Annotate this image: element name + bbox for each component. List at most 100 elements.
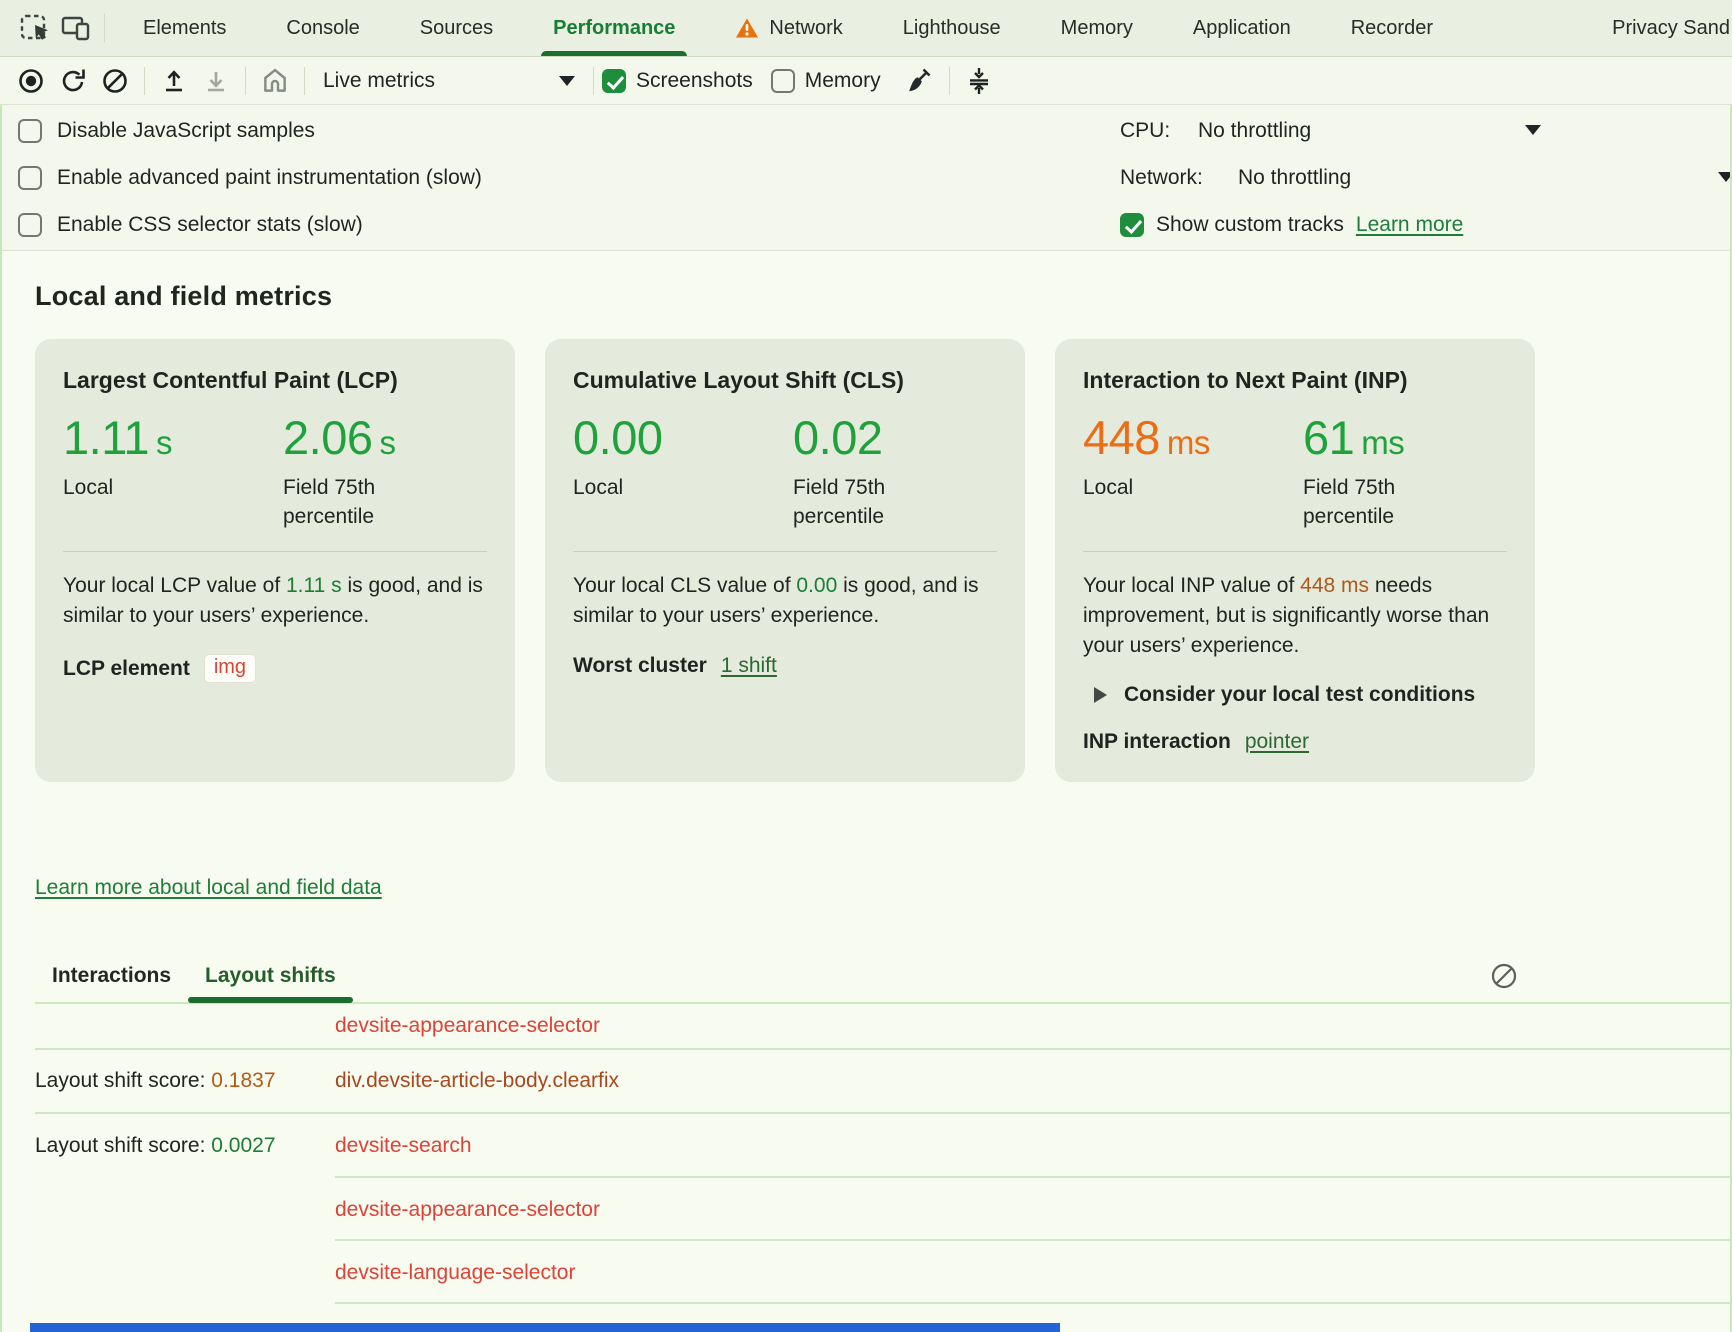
disable-js-samples-checkbox[interactable]: [18, 119, 42, 143]
record-icon[interactable]: [10, 61, 52, 101]
devtools-tabbar: Elements Console Sources Performance Net…: [0, 0, 1732, 57]
download-profile-icon[interactable]: [195, 61, 237, 101]
inp-interaction-label: INP interaction: [1083, 730, 1231, 754]
tab-privacy-sandbox[interactable]: Privacy Sand: [1610, 0, 1732, 56]
divider: [304, 67, 305, 95]
tab-application[interactable]: Application: [1191, 0, 1293, 56]
shift-element-link[interactable]: div.devsite-article-body.clearfix: [335, 1069, 619, 1093]
throttling-settings: CPU: No throttling Network: No throttlin…: [1120, 117, 1732, 258]
disclosure-triangle-icon: [1094, 687, 1107, 703]
shift-score-label: Layout shift score:: [35, 1069, 205, 1092]
cls-description: Your local CLS value of 0.00 is good, an…: [573, 571, 997, 631]
show-custom-tracks-row: Show custom tracks Learn more: [1120, 211, 1732, 239]
chevron-down-icon: [559, 76, 575, 86]
live-metrics-select[interactable]: Live metrics: [313, 69, 585, 93]
selected-row-indicator: [30, 1323, 1060, 1332]
worst-cluster-link[interactable]: 1 shift: [721, 654, 777, 678]
pane-left-border: [0, 105, 2, 1332]
clear-icon[interactable]: [94, 61, 136, 101]
lcp-card-title: Largest Contentful Paint (LCP): [63, 367, 487, 394]
advanced-paint-checkbox[interactable]: [18, 166, 42, 190]
clear-log-icon[interactable]: [1486, 958, 1522, 994]
cls-local-value: 0.00: [573, 410, 793, 465]
cls-local-label: Local: [573, 473, 723, 502]
lcp-card: Largest Contentful Paint (LCP) 1.11s Loc…: [35, 339, 515, 782]
layout-shift-row[interactable]: Layout shift score: 0.0027 devsite-searc…: [35, 1114, 1730, 1178]
inp-field-value: 61ms: [1303, 410, 1507, 465]
inp-interaction-link[interactable]: pointer: [1245, 730, 1309, 754]
inp-field-label: Field 75th percentile: [1303, 473, 1453, 531]
inp-local-label: Local: [1083, 473, 1233, 502]
tab-network[interactable]: Network: [733, 0, 844, 56]
inspect-element-icon[interactable]: [16, 8, 56, 48]
shift-element-link[interactable]: devsite-search: [335, 1134, 472, 1158]
reload-record-icon[interactable]: [52, 61, 94, 101]
chevron-down-icon[interactable]: [1525, 125, 1541, 135]
inp-description: Your local INP value of 448 ms needs imp…: [1083, 571, 1507, 661]
network-label: Network:: [1120, 166, 1238, 190]
lcp-description: Your local LCP value of 1.11 s is good, …: [63, 571, 487, 631]
gc-broom-icon[interactable]: [899, 61, 941, 101]
layout-shift-row[interactable]: devsite-appearance-selector: [35, 1178, 1730, 1241]
shift-element-link[interactable]: devsite-appearance-selector: [335, 1198, 600, 1222]
local-test-conditions-disclosure[interactable]: Consider your local test conditions: [1083, 683, 1507, 707]
cpu-label: CPU:: [1120, 119, 1198, 143]
inp-card-title: Interaction to Next Paint (INP): [1083, 367, 1507, 394]
layout-shift-row[interactable]: devsite-appearance-selector: [35, 1004, 1730, 1050]
inp-card: Interaction to Next Paint (INP) 448ms Lo…: [1055, 339, 1535, 782]
layout-shift-row[interactable]: Layout shift score: 0.1837 div.devsite-a…: [35, 1050, 1730, 1114]
cls-field-label: Field 75th percentile: [793, 473, 943, 531]
worst-cluster-label: Worst cluster: [573, 654, 707, 678]
metric-cards: Largest Contentful Paint (LCP) 1.11s Loc…: [35, 339, 1732, 782]
capture-settings: Disable JavaScript samples Enable advanc…: [0, 105, 1732, 251]
memory-checkbox[interactable]: [771, 69, 795, 93]
shift-score-value: 0.0027: [211, 1134, 275, 1157]
cls-card: Cumulative Layout Shift (CLS) 0.00 Local…: [545, 339, 1025, 782]
show-custom-tracks-label: Show custom tracks: [1156, 213, 1344, 237]
tab-interactions[interactable]: Interactions: [35, 950, 188, 1002]
upload-profile-icon[interactable]: [153, 61, 195, 101]
css-selector-stats-checkbox[interactable]: [18, 213, 42, 237]
tab-lighthouse[interactable]: Lighthouse: [901, 0, 1003, 56]
lcp-element-chip[interactable]: img: [204, 654, 256, 683]
divider: [949, 67, 950, 95]
lcp-field-value: 2.06s: [283, 410, 487, 465]
tab-performance[interactable]: Performance: [551, 0, 677, 56]
custom-tracks-learn-more-link[interactable]: Learn more: [1356, 213, 1463, 237]
show-custom-tracks-checkbox[interactable]: [1120, 213, 1144, 237]
panel-tabs: Elements Console Sources Performance Net…: [141, 0, 1732, 56]
tab-sources[interactable]: Sources: [418, 0, 495, 56]
lcp-element-label: LCP element: [63, 657, 190, 681]
tab-elements[interactable]: Elements: [141, 0, 228, 56]
network-throttling-select[interactable]: No throttling: [1238, 166, 1351, 190]
devtools-window: Elements Console Sources Performance Net…: [0, 0, 1732, 1332]
layout-shift-row[interactable]: devsite-language-selector: [35, 1241, 1730, 1304]
shift-score-value: 0.1837: [211, 1069, 275, 1092]
screenshots-label: Screenshots: [636, 69, 753, 93]
tab-memory[interactable]: Memory: [1059, 0, 1135, 56]
device-toolbar-icon[interactable]: [56, 8, 96, 48]
divider: [104, 14, 105, 42]
divider: [63, 551, 487, 552]
network-throttling-row: Network: No throttling: [1120, 164, 1732, 192]
divider: [593, 67, 594, 95]
tab-console[interactable]: Console: [284, 0, 361, 56]
home-icon[interactable]: [254, 61, 296, 101]
learn-more-field-data-link[interactable]: Learn more about local and field data: [35, 876, 382, 900]
shift-score-label: Layout shift score:: [35, 1134, 205, 1157]
screenshots-checkbox[interactable]: [602, 69, 626, 93]
shift-element-link[interactable]: devsite-appearance-selector: [335, 1014, 600, 1038]
tab-recorder[interactable]: Recorder: [1349, 0, 1435, 56]
cls-card-title: Cumulative Layout Shift (CLS): [573, 367, 997, 394]
shift-element-link[interactable]: devsite-language-selector: [335, 1261, 575, 1285]
live-metrics-view: Local and field metrics Largest Contentf…: [0, 281, 1732, 1332]
collapse-icon[interactable]: [958, 61, 1000, 101]
lcp-field-label: Field 75th percentile: [283, 473, 433, 531]
tab-layout-shifts[interactable]: Layout shifts: [188, 950, 353, 1002]
divider: [573, 551, 997, 552]
cpu-throttling-row: CPU: No throttling: [1120, 117, 1732, 145]
divider: [144, 67, 145, 95]
warning-icon: [735, 17, 759, 39]
cpu-throttling-select[interactable]: No throttling: [1198, 119, 1311, 143]
lcp-local-value: 1.11s: [63, 410, 283, 465]
